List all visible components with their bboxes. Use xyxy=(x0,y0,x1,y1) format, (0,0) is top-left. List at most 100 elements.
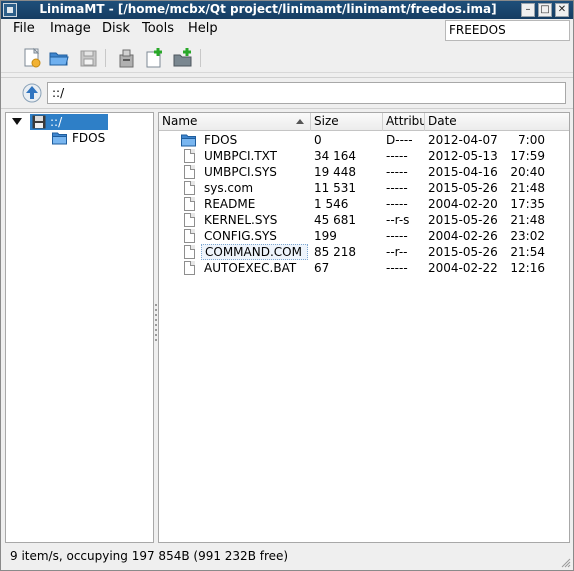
file-size: 19 448 xyxy=(314,165,356,179)
file-name: KERNEL.SYS xyxy=(204,213,278,227)
app-icon[interactable] xyxy=(3,3,17,17)
file-date: 2012-05-13 xyxy=(428,149,498,163)
window-title: LinimaMT - [/home/mcbx/Qt project/linima… xyxy=(39,2,497,16)
file-name: README xyxy=(204,197,256,211)
file-size: 11 531 xyxy=(314,181,356,195)
expand-arrow-icon[interactable] xyxy=(12,118,22,126)
extract-archive-icon[interactable] xyxy=(114,46,138,70)
menu-disk[interactable]: Disk xyxy=(98,21,134,39)
list-header: Name Size Attribu Date xyxy=(159,113,569,131)
menu-tools[interactable]: Tools xyxy=(138,21,178,39)
tree-item-fdos[interactable]: FDOS xyxy=(6,130,153,146)
folder-tree: ::/ FDOS xyxy=(5,112,154,543)
toolbar-separator xyxy=(105,49,106,67)
main-window: LinimaMT - [/home/mcbx/Qt project/linima… xyxy=(0,0,574,571)
file-icon xyxy=(181,212,199,228)
file-time: 7:00 xyxy=(518,133,545,147)
file-time: 17:59 xyxy=(510,149,545,163)
file-date: 2015-05-26 xyxy=(428,245,498,259)
add-folder-icon[interactable] xyxy=(171,46,195,70)
file-name: AUTOEXEC.BAT xyxy=(204,261,297,275)
file-icon xyxy=(181,260,199,276)
file-date: 2004-02-22 xyxy=(428,261,498,275)
open-folder-icon[interactable] xyxy=(47,46,71,70)
file-row[interactable]: README 1 546 ----- 2004-02-20 17:35 xyxy=(159,196,569,212)
up-directory-icon[interactable] xyxy=(21,82,43,104)
file-icon xyxy=(181,196,199,212)
column-header-size[interactable]: Size xyxy=(311,113,383,131)
file-size: 34 164 xyxy=(314,149,356,163)
title-bar[interactable]: LinimaMT - [/home/mcbx/Qt project/linima… xyxy=(1,1,573,19)
tree-item-root[interactable]: ::/ xyxy=(6,114,153,130)
new-image-icon[interactable] xyxy=(20,46,44,70)
file-time: 21:48 xyxy=(510,213,545,227)
volume-label-field[interactable]: FREEDOS xyxy=(445,20,570,41)
file-date: 2012-04-07 xyxy=(428,133,498,147)
file-attributes: ----- xyxy=(386,149,408,163)
file-name: UMBPCI.TXT xyxy=(204,149,278,163)
file-row[interactable]: sys.com 11 531 ----- 2015-05-26 21:48 xyxy=(159,180,569,196)
folder-icon xyxy=(181,133,199,149)
file-size: 1 546 xyxy=(314,197,349,211)
file-attributes: ----- xyxy=(386,229,408,243)
file-date: 2004-02-20 xyxy=(428,197,498,211)
toolbar-separator xyxy=(200,49,201,67)
sort-ascending-icon xyxy=(296,119,304,124)
file-row[interactable]: UMBPCI.TXT 34 164 ----- 2012-05-13 17:59 xyxy=(159,148,569,164)
file-row[interactable]: FDOS 0 D---- 2012-04-07 7:00 xyxy=(159,132,569,148)
file-time: 21:54 xyxy=(510,245,545,259)
address-bar: ::/ xyxy=(1,77,573,109)
file-row[interactable]: KERNEL.SYS 45 681 --r-s 2015-05-26 21:48 xyxy=(159,212,569,228)
minimize-button[interactable]: – xyxy=(521,3,535,17)
file-row[interactable]: AUTOEXEC.BAT 67 ----- 2004-02-22 12:16 xyxy=(159,260,569,276)
file-name: UMBPCI.SYS xyxy=(204,165,277,179)
file-icon xyxy=(181,244,199,260)
file-row[interactable]: UMBPCI.SYS 19 448 ----- 2015-04-16 20:40 xyxy=(159,164,569,180)
column-header-name[interactable]: Name xyxy=(159,113,311,131)
file-time: 21:48 xyxy=(510,181,545,195)
column-header-name-label: Name xyxy=(162,114,198,128)
new-file-icon[interactable] xyxy=(142,46,166,70)
file-name: sys.com xyxy=(204,181,254,195)
file-row[interactable]: CONFIG.SYS 199 ----- 2004-02-26 23:02 xyxy=(159,228,569,244)
file-time: 23:02 xyxy=(510,229,545,243)
file-size: 0 xyxy=(314,133,322,147)
maximize-button[interactable]: □ xyxy=(538,3,552,17)
file-attributes: ----- xyxy=(386,261,408,275)
close-button[interactable]: ✕ xyxy=(555,3,569,17)
menu-help[interactable]: Help xyxy=(184,21,222,39)
file-size: 199 xyxy=(314,229,337,243)
column-header-attributes[interactable]: Attribu xyxy=(383,113,425,131)
file-name: CONFIG.SYS xyxy=(204,229,277,243)
file-icon xyxy=(181,228,199,244)
path-input[interactable]: ::/ xyxy=(47,82,566,104)
save-disk-icon[interactable] xyxy=(76,46,100,70)
file-date: 2015-04-16 xyxy=(428,165,498,179)
file-date: 2015-05-26 xyxy=(428,213,498,227)
menu-image[interactable]: Image xyxy=(46,21,95,39)
file-attributes: ----- xyxy=(386,165,408,179)
file-attributes: ----- xyxy=(386,181,408,195)
column-header-date[interactable]: Date xyxy=(425,113,569,131)
folder-icon xyxy=(52,132,67,145)
file-time: 20:40 xyxy=(510,165,545,179)
tree-root-label: ::/ xyxy=(50,115,63,129)
file-icon xyxy=(181,164,199,180)
file-icon xyxy=(181,180,199,196)
menu-file[interactable]: File xyxy=(9,21,39,39)
status-bar: 9 item/s, occupying 197 854B (991 232B f… xyxy=(10,549,289,563)
file-row[interactable]: COMMAND.COM 85 218 --r-- 2015-05-26 21:54 xyxy=(159,244,569,260)
file-date: 2015-05-26 xyxy=(428,181,498,195)
file-size: 85 218 xyxy=(314,245,356,259)
file-attributes: --r-- xyxy=(386,245,408,259)
file-name: COMMAND.COM xyxy=(201,244,308,260)
file-icon xyxy=(181,148,199,164)
file-list: Name Size Attribu Date FDOS 0 D---- 2012-04… xyxy=(158,112,570,543)
file-attributes: D---- xyxy=(386,133,413,147)
file-size: 67 xyxy=(314,261,330,275)
file-time: 17:35 xyxy=(510,197,545,211)
resize-grip-icon[interactable] xyxy=(561,558,571,568)
file-attributes: ----- xyxy=(386,197,408,211)
file-name: FDOS xyxy=(204,133,238,147)
floppy-disk-icon xyxy=(32,115,46,129)
